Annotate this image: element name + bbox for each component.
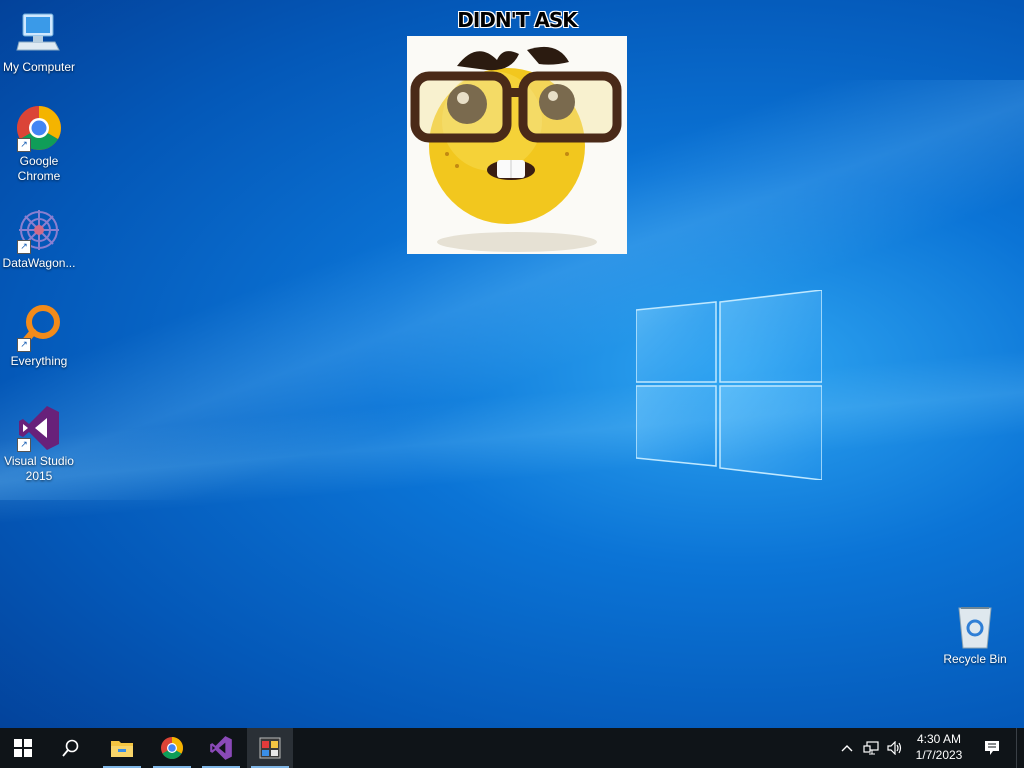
start-icon — [14, 739, 32, 757]
shortcut-arrow-icon: ↗ — [17, 138, 31, 152]
chevron-up-icon — [841, 745, 853, 752]
action-center-button[interactable] — [978, 728, 1006, 768]
desktop-icon-label: Everything — [10, 354, 68, 368]
desktop-icon-label: Recycle Bin — [943, 652, 1007, 666]
taskbar-file-explorer[interactable] — [99, 728, 145, 768]
desktop-icon-visual-studio-2015[interactable]: ↗ Visual Studio 2015 — [0, 404, 78, 484]
light-beam — [0, 300, 1024, 560]
search-button[interactable] — [48, 728, 94, 768]
taskbar-active-app[interactable] — [247, 728, 293, 768]
meme-caption: DIDN'T ASK — [457, 8, 578, 32]
file-explorer-icon — [111, 741, 133, 757]
desktop-icon-google-chrome[interactable]: ↗ Google Chrome — [0, 104, 78, 184]
clock-date: 1/7/2023 — [915, 748, 963, 762]
shortcut-arrow-icon: ↗ — [17, 338, 31, 352]
volume-button[interactable] — [884, 728, 906, 768]
chrome-icon — [161, 737, 183, 759]
desktop-icon-label: Visual Studio 2015 — [4, 454, 74, 483]
clock[interactable]: 4:30 AM 1/7/2023 — [908, 731, 970, 763]
desktop-icon-label: My Computer — [2, 60, 76, 74]
volume-icon — [887, 741, 902, 755]
nerd-face-image — [407, 36, 627, 254]
app-icon — [259, 737, 281, 759]
windows-logo-wallpaper — [636, 290, 822, 480]
network-icon — [863, 741, 879, 755]
show-desktop-button[interactable] — [1016, 728, 1024, 768]
computer-icon — [16, 13, 60, 51]
clock-time: 4:30 AM — [916, 732, 962, 746]
desktop-icon-everything[interactable]: ↗ Everything — [0, 304, 78, 369]
network-button[interactable] — [860, 728, 882, 768]
visual-studio-icon — [210, 736, 232, 760]
desktop-icon-my-computer[interactable]: My Computer — [0, 10, 78, 75]
taskbar: 4:30 AM 1/7/2023 — [0, 728, 1024, 768]
taskbar-chrome[interactable] — [149, 728, 195, 768]
search-icon — [62, 739, 79, 757]
shortcut-arrow-icon: ↗ — [17, 438, 31, 452]
desktop-icon-label: DataWagon... — [2, 256, 76, 270]
desktop-icon-datawagon[interactable]: ↗ DataWagon... — [0, 206, 78, 271]
show-hidden-icons-button[interactable] — [836, 728, 858, 768]
desktop-icon-label: Google Chrome — [17, 154, 61, 183]
recycle-bin-icon — [958, 607, 992, 649]
start-button[interactable] — [0, 728, 46, 768]
meme-window: DIDN'T ASK — [407, 4, 627, 254]
shortcut-arrow-icon: ↗ — [17, 240, 31, 254]
notification-icon — [985, 741, 999, 755]
taskbar-visual-studio[interactable] — [198, 728, 244, 768]
desktop-icon-recycle-bin[interactable]: Recycle Bin — [936, 602, 1014, 667]
